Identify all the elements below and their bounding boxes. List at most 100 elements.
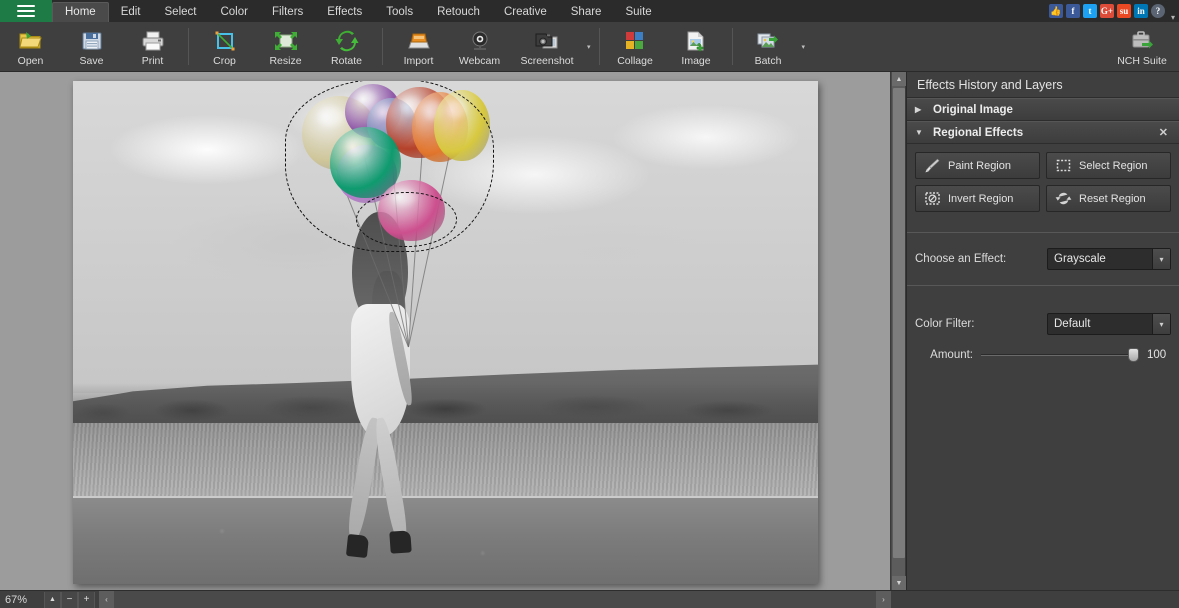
photo-balloon-cluster [297, 84, 483, 245]
region-button-grid: Paint Region Select Region [915, 152, 1171, 212]
social-share-group: 👍ftG+suin? [1049, 0, 1169, 22]
rotate-label: Rotate [331, 56, 362, 67]
choose-effect-row: Choose an Effect: Grayscale ▾ [907, 247, 1179, 271]
image-button[interactable]: Image [666, 22, 727, 71]
menu-tab-retouch[interactable]: Retouch [425, 3, 492, 22]
zoom-in-button[interactable]: + [78, 592, 95, 608]
menu-tab-filters[interactable]: Filters [260, 3, 315, 22]
menu-tab-share[interactable]: Share [559, 3, 614, 22]
webcam-label: Webcam [459, 56, 500, 67]
rotate-button[interactable]: Rotate [316, 22, 377, 71]
stumbleupon-icon[interactable]: su [1117, 4, 1131, 18]
menu-tab-list: HomeEditSelectColorFiltersEffectsToolsRe… [52, 0, 664, 22]
chevron-down-icon[interactable]: ▾ [1152, 249, 1170, 269]
import-button[interactable]: Import [388, 22, 449, 71]
invert-region-button[interactable]: Invert Region [915, 185, 1040, 212]
scroll-up-icon[interactable]: ▲ [892, 72, 906, 86]
resize-button[interactable]: Resize [255, 22, 316, 71]
collage-label: Collage [617, 56, 653, 67]
regional-effects-body: Paint Region Select Region [907, 144, 1179, 220]
amount-value: 100 [1147, 349, 1171, 361]
chevron-down-icon[interactable]: ▾ [1152, 314, 1170, 334]
vertical-scroll-thumb[interactable] [893, 88, 905, 558]
toolbar-item-list: Open Save Print Crop Resize Rotate Import Webca… [0, 22, 808, 71]
section-original-image[interactable]: ▶ Original Image [907, 98, 1179, 121]
photo-image[interactable] [73, 81, 818, 584]
crop-label: Crop [213, 56, 236, 67]
import-label: Import [404, 56, 434, 67]
reset-region-label: Reset Region [1079, 193, 1146, 205]
canvas-vertical-scrollbar[interactable]: ▲ ▼ [891, 72, 905, 590]
resize-label: Resize [269, 56, 301, 67]
amount-slider-handle[interactable] [1128, 348, 1139, 362]
nch-suite-button[interactable]: NCH Suite [1105, 22, 1179, 71]
balloon-pink [378, 180, 445, 241]
open-button[interactable]: Open [0, 22, 61, 71]
image-label: Image [681, 56, 710, 67]
google-plus-icon[interactable]: G+ [1100, 4, 1114, 18]
amount-slider-row: Amount: 100 [907, 348, 1179, 362]
crop-button[interactable]: Crop [194, 22, 255, 71]
save-button[interactable]: Save [61, 22, 122, 71]
collage-button[interactable]: Collage [605, 22, 666, 71]
choose-effect-value: Grayscale [1048, 253, 1152, 265]
scroll-right-icon[interactable]: › [876, 591, 891, 608]
image-editor-window: HomeEditSelectColorFiltersEffectsToolsRe… [0, 0, 1179, 608]
menu-tab-edit[interactable]: Edit [109, 3, 153, 22]
chevron-down-icon[interactable]: ▾ [584, 43, 594, 51]
select-region-button[interactable]: Select Region [1046, 152, 1171, 179]
toolbar-separator [382, 28, 383, 65]
scanner-icon [406, 28, 432, 54]
menu-tab-creative[interactable]: Creative [492, 3, 559, 22]
zoom-stepper-up-button[interactable]: ▲ [44, 592, 61, 608]
reset-region-button[interactable]: Reset Region [1046, 185, 1171, 212]
menu-tab-tools[interactable]: Tools [374, 3, 425, 22]
section-regional-effects[interactable]: ▼ Regional Effects ✕ [907, 121, 1179, 144]
image-canvas-area[interactable] [0, 72, 890, 590]
menu-tab-select[interactable]: Select [153, 3, 209, 22]
menu-tab-suite[interactable]: Suite [613, 3, 663, 22]
thumbs-up-icon[interactable]: 👍 [1049, 4, 1063, 18]
screenshot-label: Screenshot [520, 56, 573, 67]
menu-tab-home[interactable]: Home [52, 2, 109, 22]
color-filter-label: Color Filter: [915, 318, 1047, 330]
paintbrush-icon [924, 157, 941, 174]
webcam-button[interactable]: Webcam [449, 22, 510, 71]
horizontal-scroll-track[interactable] [114, 591, 876, 608]
color-filter-dropdown[interactable]: Default ▾ [1047, 313, 1171, 335]
chevron-right-icon: ▶ [915, 105, 925, 114]
twitter-icon[interactable]: t [1083, 4, 1097, 18]
toolbar-separator [188, 28, 189, 65]
scroll-down-icon[interactable]: ▼ [892, 576, 906, 590]
chevron-down-icon: ▼ [915, 128, 925, 137]
chevron-down-icon[interactable]: ▾ [799, 43, 809, 51]
chevron-down-icon[interactable]: ▾ [1169, 13, 1179, 22]
zoom-out-button[interactable]: − [61, 592, 78, 608]
batch-label: Batch [755, 56, 782, 67]
open-label: Open [18, 56, 44, 67]
menu-tab-color[interactable]: Color [208, 3, 259, 22]
help-icon[interactable]: ? [1151, 4, 1165, 18]
toolbar-spacer [808, 22, 1105, 71]
screenshot-button[interactable]: Screenshot [510, 22, 584, 71]
linkedin-icon[interactable]: in [1134, 4, 1148, 18]
paint-region-label: Paint Region [948, 160, 1011, 172]
choose-effect-dropdown[interactable]: Grayscale ▾ [1047, 248, 1171, 270]
paint-region-button[interactable]: Paint Region [915, 152, 1040, 179]
panel-divider-1 [907, 232, 1179, 233]
batch-button[interactable]: Batch [738, 22, 799, 71]
panel-title: Effects History and Layers [907, 72, 1179, 98]
menu-tab-effects[interactable]: Effects [315, 3, 374, 22]
panel-divider-2 [907, 285, 1179, 286]
webcam-icon [467, 28, 493, 54]
scroll-left-icon[interactable]: ‹ [99, 591, 114, 608]
facebook-icon[interactable]: f [1066, 4, 1080, 18]
effects-panel: Effects History and Layers ▶ Original Im… [906, 72, 1179, 608]
print-button[interactable]: Print [122, 22, 183, 71]
amount-slider-track[interactable] [981, 348, 1139, 362]
color-filter-value: Default [1048, 318, 1152, 330]
main-menu-button[interactable] [0, 0, 52, 22]
close-icon[interactable]: ✕ [1156, 126, 1171, 139]
save-label: Save [80, 56, 104, 67]
resize-icon [273, 28, 299, 54]
